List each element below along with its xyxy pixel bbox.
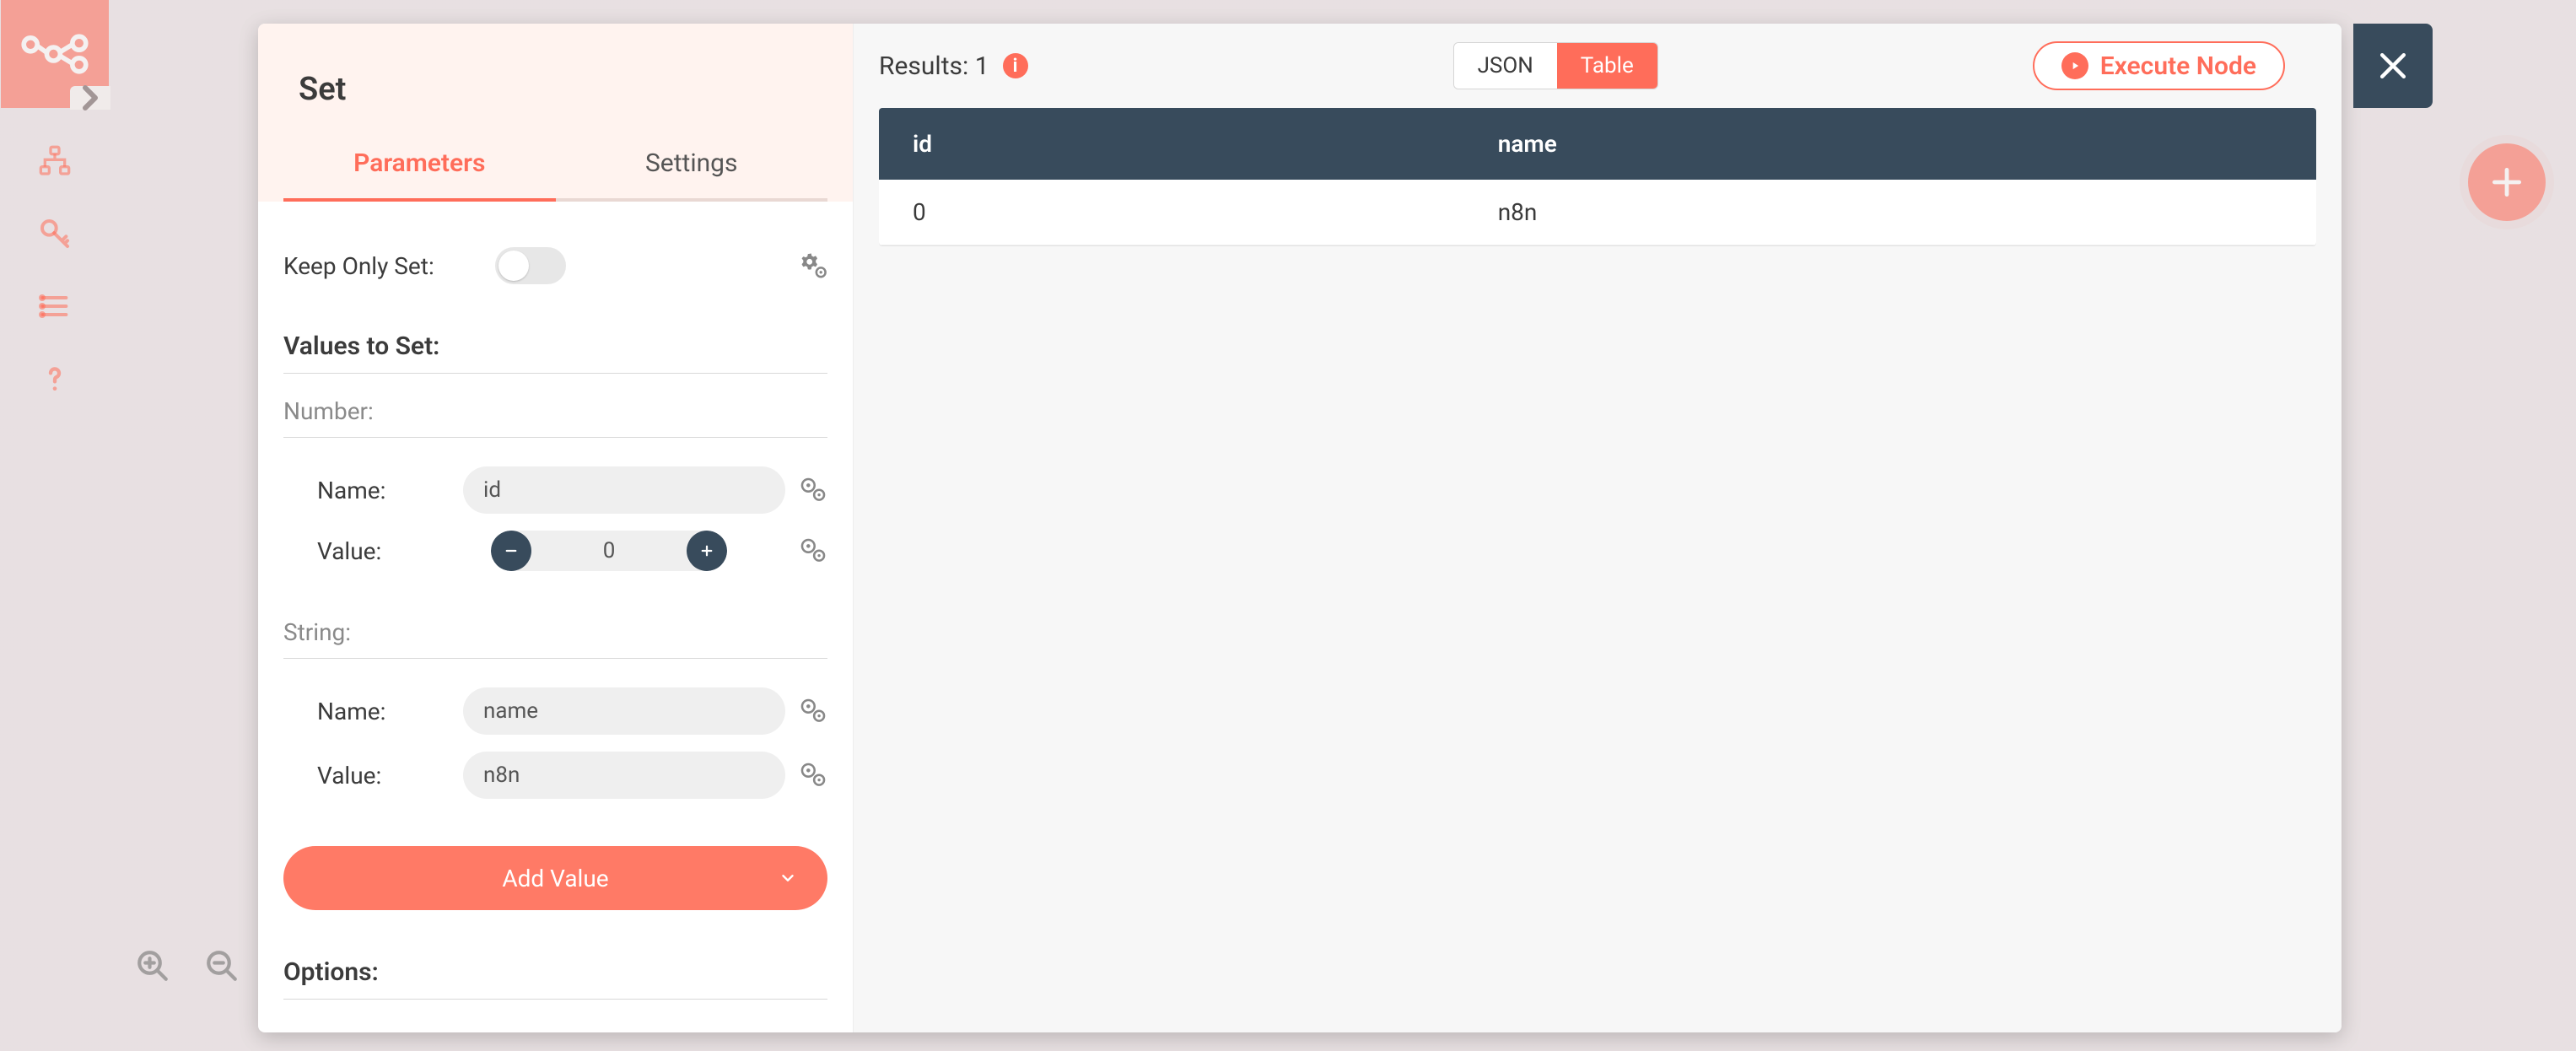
number-value-label: Value:	[317, 537, 477, 565]
panel-header: Set Parameters Settings	[258, 24, 853, 202]
execute-node-label: Execute Node	[2100, 51, 2256, 81]
tab-parameters[interactable]: Parameters	[283, 133, 556, 202]
plus-icon	[699, 543, 714, 558]
tab-settings[interactable]: Settings	[556, 133, 828, 202]
gear-icon	[799, 761, 827, 790]
keep-only-set-toggle[interactable]	[495, 247, 566, 284]
number-name-options[interactable]	[799, 476, 827, 504]
zoom-in-button[interactable]	[135, 948, 170, 984]
output-table-wrap: id name 0 n8n	[854, 108, 2342, 245]
stepper-value: 0	[531, 538, 687, 563]
zoom-in-icon	[135, 948, 170, 984]
executions-nav-icon[interactable]	[35, 287, 74, 326]
keep-only-set-options[interactable]	[799, 251, 827, 280]
string-name-input[interactable]	[463, 687, 785, 735]
node-title: Set	[283, 66, 827, 133]
options-title: Options:	[283, 957, 827, 987]
number-value-stepper[interactable]: 0	[491, 531, 727, 571]
number-value-options[interactable]	[799, 536, 827, 565]
plus-icon	[2488, 164, 2525, 201]
add-node-fab[interactable]	[2468, 143, 2546, 221]
column-header-name[interactable]: name	[1464, 108, 2316, 180]
table-row[interactable]: 0 n8n	[879, 180, 2316, 245]
view-json-button[interactable]: JSON	[1454, 43, 1557, 89]
gear-icon	[799, 536, 827, 565]
string-name-label: Name:	[317, 698, 450, 725]
help-nav-icon[interactable]	[35, 359, 74, 398]
values-to-set-title: Values to Set:	[283, 331, 827, 361]
gear-icon	[799, 697, 827, 725]
expand-sidebar-button[interactable]	[70, 86, 110, 110]
add-value-button[interactable]: Add Value	[283, 846, 827, 910]
string-value-label: Value:	[317, 762, 450, 790]
string-name-row: Name:	[283, 679, 827, 743]
cell-id: 0	[879, 180, 1464, 245]
minus-icon	[504, 543, 519, 558]
string-value-input[interactable]	[463, 752, 785, 799]
workflows-nav-icon[interactable]	[35, 142, 74, 181]
string-value-row: Value:	[283, 743, 827, 807]
node-output-panel: Results: 1 i JSON Table Execute Node id	[854, 24, 2342, 1032]
view-table-button[interactable]: Table	[1557, 43, 1657, 89]
info-icon[interactable]: i	[1003, 53, 1028, 78]
execute-node-button[interactable]: Execute Node	[2033, 41, 2285, 90]
close-modal-button[interactable]	[2353, 24, 2433, 108]
stepper-increment[interactable]	[687, 531, 727, 571]
results-count: Results: 1 i	[879, 51, 1028, 81]
number-name-row: Name:	[283, 458, 827, 522]
gear-icon	[799, 251, 827, 280]
number-name-input[interactable]	[463, 466, 785, 514]
app-sidebar	[0, 0, 110, 1051]
stepper-decrement[interactable]	[491, 531, 531, 571]
panel-tabs: Parameters Settings	[283, 133, 827, 202]
chevron-right-icon	[70, 78, 110, 118]
zoom-controls	[135, 948, 240, 984]
app-logo[interactable]	[1, 0, 109, 108]
view-mode-toggle: JSON Table	[1453, 42, 1658, 89]
node-editor-modal: Set Parameters Settings Keep Only Set: V…	[258, 24, 2342, 1032]
keep-only-set-label: Keep Only Set:	[283, 252, 434, 280]
cell-name: n8n	[1464, 180, 2316, 245]
credentials-nav-icon[interactable]	[35, 214, 74, 253]
column-header-id[interactable]: id	[879, 108, 1464, 180]
play-icon	[2061, 52, 2088, 79]
gear-icon	[799, 476, 827, 504]
toggle-knob	[498, 251, 529, 281]
add-value-label: Add Value	[502, 865, 608, 892]
results-label: Results: 1	[879, 51, 989, 81]
node-parameters-panel: Set Parameters Settings Keep Only Set: V…	[258, 24, 854, 1032]
output-header: Results: 1 i JSON Table Execute Node	[854, 24, 2342, 108]
n8n-logo-icon	[21, 34, 89, 74]
string-group-title: String:	[283, 618, 827, 646]
chevron-down-icon	[779, 869, 797, 887]
zoom-out-icon	[204, 948, 240, 984]
string-name-options[interactable]	[799, 697, 827, 725]
number-name-label: Name:	[317, 477, 450, 504]
number-group-title: Number:	[283, 397, 827, 425]
close-icon	[2374, 47, 2412, 84]
number-value-row: Value: 0	[283, 522, 827, 579]
string-value-options[interactable]	[799, 761, 827, 790]
zoom-out-button[interactable]	[204, 948, 240, 984]
keep-only-set-row: Keep Only Set:	[283, 235, 827, 296]
output-table: id name 0 n8n	[879, 108, 2316, 245]
